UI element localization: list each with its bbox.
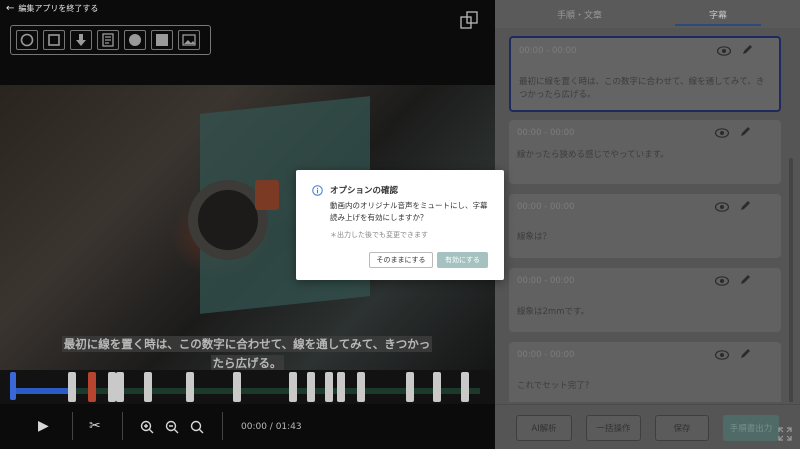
dialog-title: オプションの確認 [330,186,399,196]
enable-button[interactable]: 有効にする [437,252,488,268]
option-confirm-dialog: オプションの確認 動画内のオリジナル音声をミュートにし、字幕読み上げを有効にしま… [296,170,504,280]
keep-as-is-button[interactable]: そのままにする [369,252,433,268]
dialog-note: ＊出力した後でも変更できます [330,231,428,239]
info-icon [312,185,323,196]
dialog-message: 動画内のオリジナル音声をミュートにし、字幕読み上げを有効にしますか？ [330,201,488,222]
